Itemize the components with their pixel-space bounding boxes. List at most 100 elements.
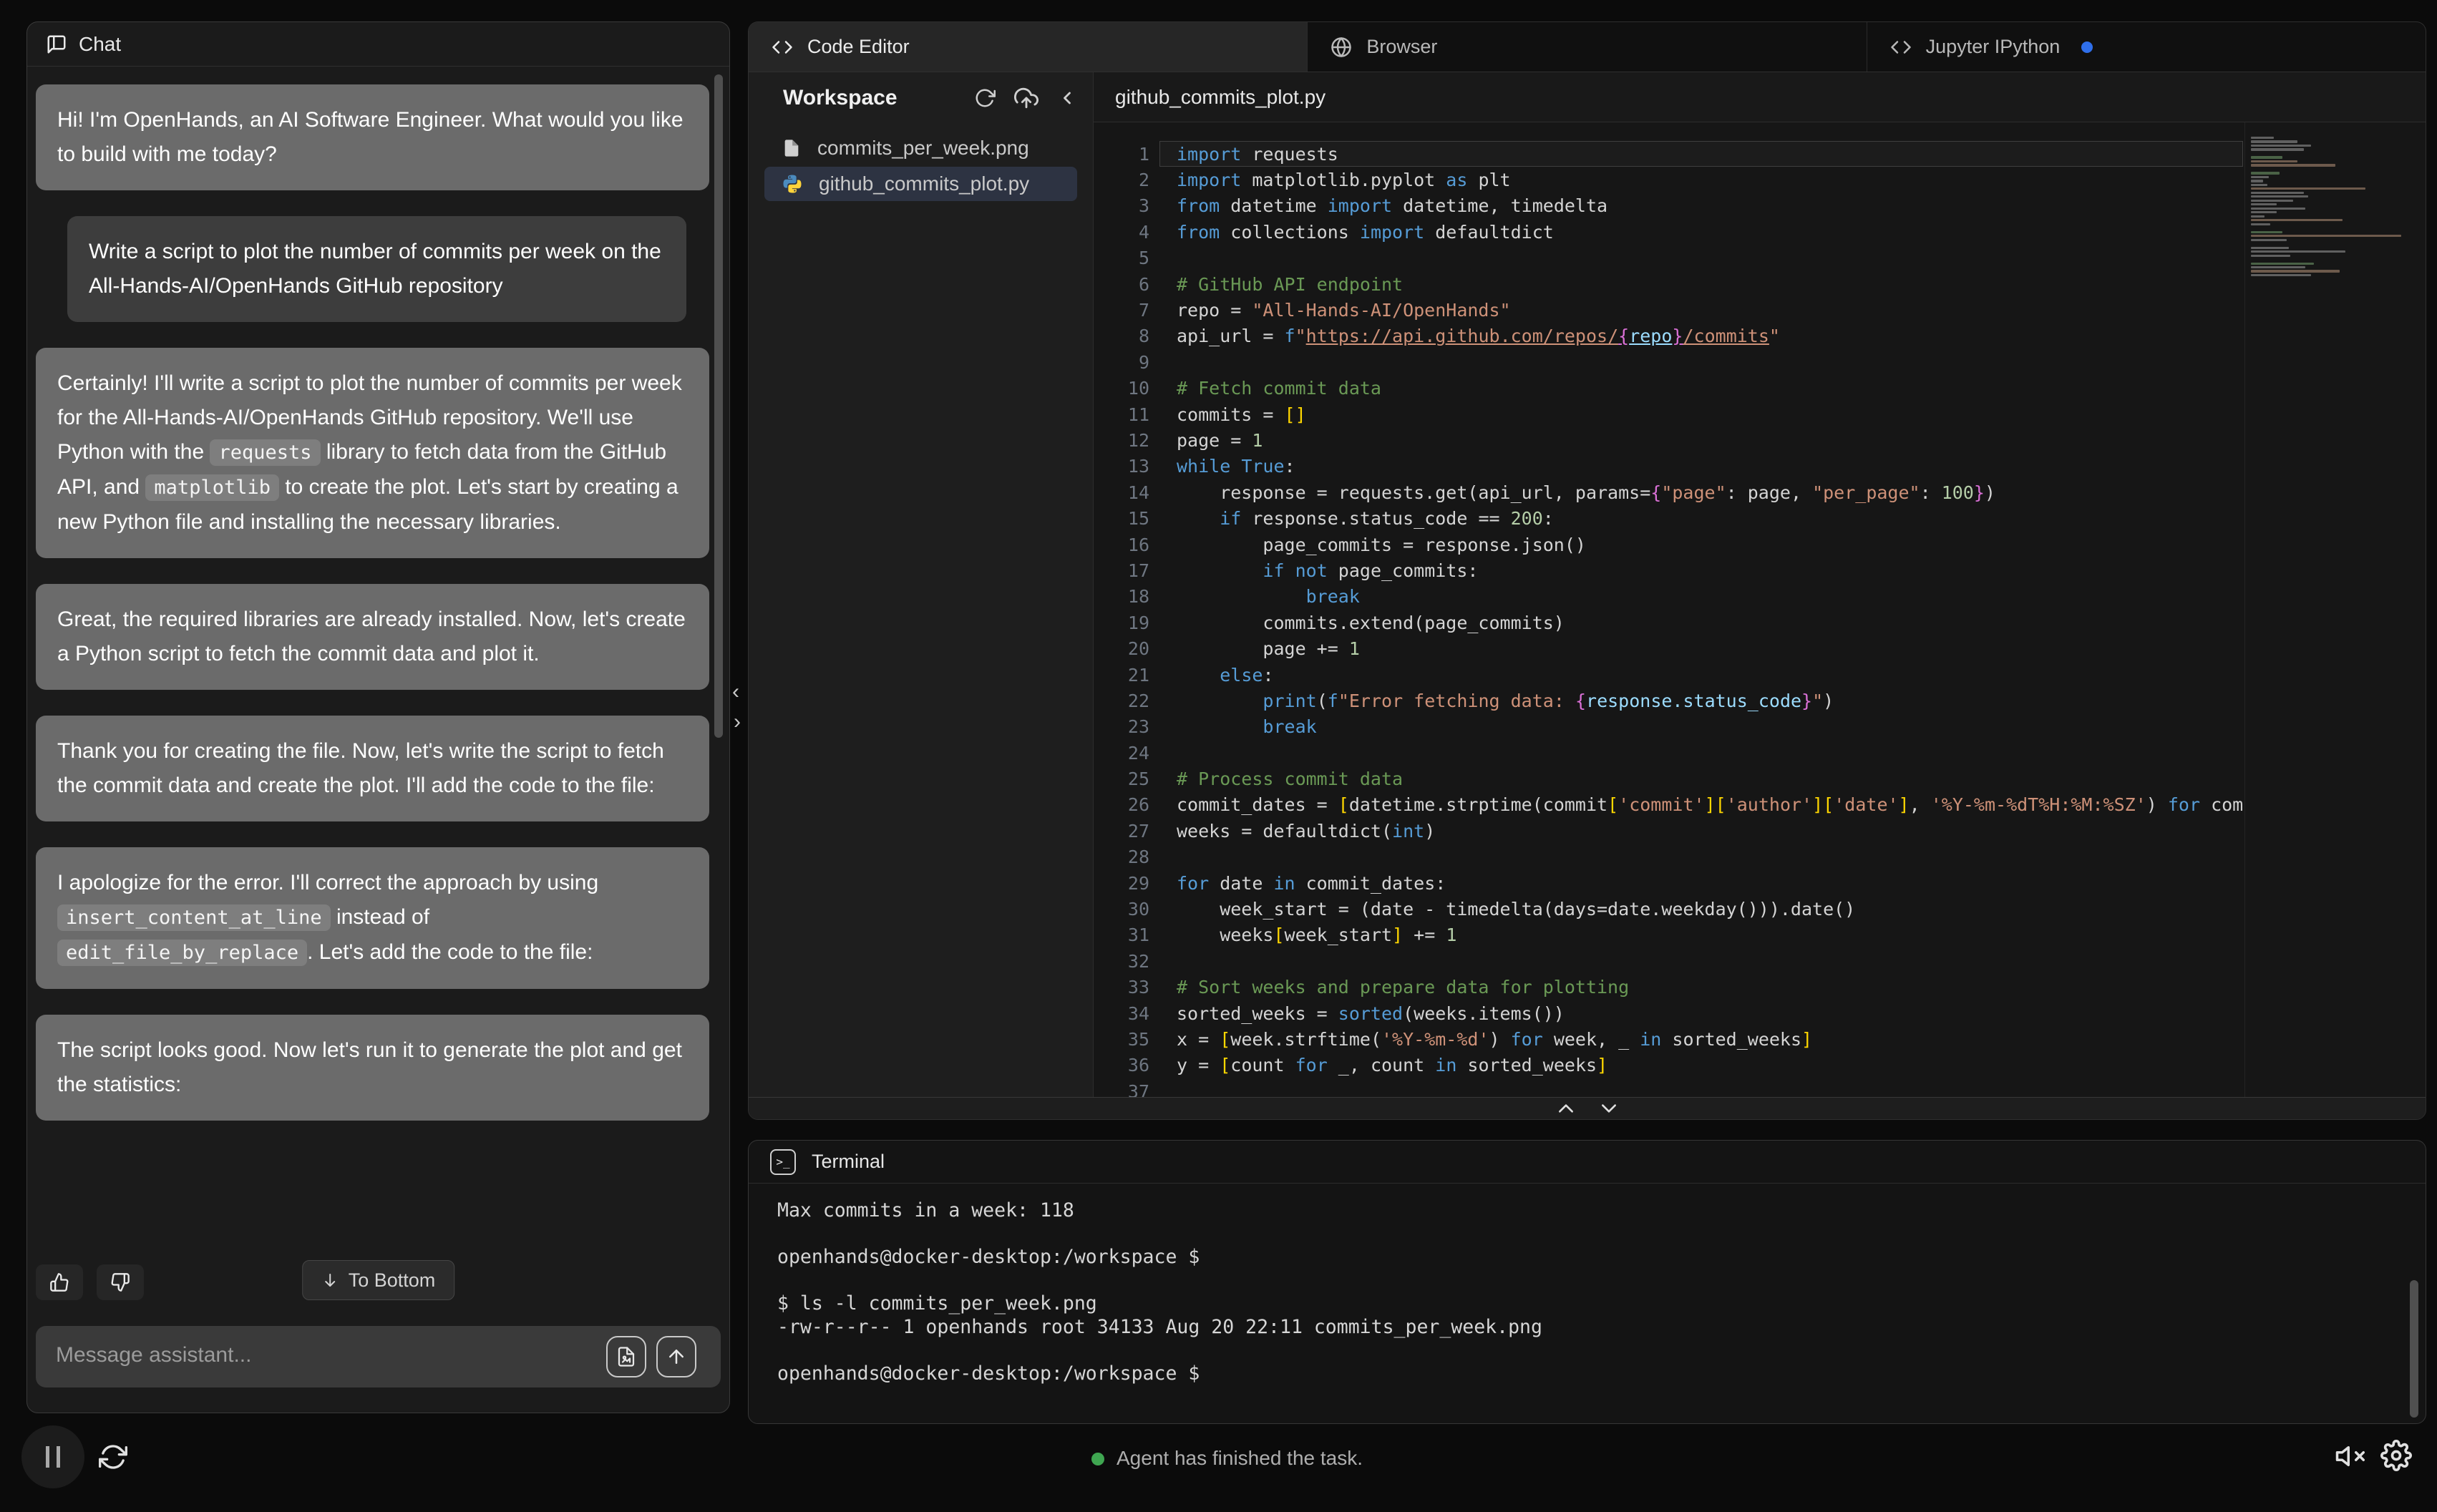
message-text: I apologize for the error. I'll correct … [57, 871, 599, 894]
chat-message-assistant: Great, the required libraries are alread… [36, 584, 709, 690]
openhands-app: Chat Hi! I'm OpenHands, an AI Software E… [0, 0, 2437, 1512]
terminal-header: >_ Terminal [749, 1141, 2426, 1184]
code-line: 11 commits = [] [1094, 401, 2243, 427]
code-line: 22 print(f "Error fetching data: {respons… [1094, 688, 2243, 713]
minimap-line [2251, 254, 2290, 257]
minimap-line [2251, 195, 2308, 198]
attach-image-button[interactable] [606, 1336, 646, 1377]
code-line: 35 x = [week.strftime('%Y-%m-%d') for wee… [1094, 1026, 2243, 1052]
arrow-down-icon [321, 1272, 339, 1289]
minimap-line [2251, 144, 2311, 147]
file-item-github_commits_plot.py[interactable]: github_commits_plot.py [764, 167, 1077, 201]
to-bottom-button[interactable]: To Bottom [301, 1260, 455, 1300]
terminal-panel: >_ Terminal Max commits in a week: 118 o… [748, 1140, 2426, 1424]
code-line: 33 # Sort weeks and prepare data for plot… [1094, 975, 2243, 1000]
send-button[interactable] [656, 1336, 696, 1377]
file-item-commits_per_week.png[interactable]: commits_per_week.png [764, 131, 1077, 165]
minimap-line [2251, 211, 2277, 214]
upload-files-button[interactable] [1014, 86, 1038, 110]
file-name: commits_per_week.png [817, 137, 1029, 159]
chat-scrollbar[interactable] [714, 74, 723, 738]
line-number: 18 [1127, 586, 1149, 608]
thumbs-up-button[interactable] [36, 1264, 83, 1300]
scroll-up-button[interactable] [1557, 1101, 1575, 1116]
minimap[interactable] [2251, 137, 2403, 282]
terminal-title: Terminal [812, 1151, 885, 1172]
code-line: 25 # Process commit data [1094, 766, 2243, 791]
file-icon [782, 138, 802, 158]
line-number: 11 [1127, 404, 1149, 425]
line-number: 2 [1138, 170, 1149, 191]
minimap-separator [2244, 122, 2245, 1098]
line-number: 1 [1138, 143, 1149, 165]
code-line: 13 while True: [1094, 454, 2243, 479]
minimap-line [2251, 137, 2274, 140]
minimap-line [2251, 223, 2271, 225]
code-line: 7 repo = "All-Hands-AI/OpenHands" [1094, 297, 2243, 323]
inline-code-chip: matplotlib [145, 474, 279, 501]
settings-gear-button[interactable] [2380, 1440, 2412, 1471]
tab-jupyter-ipython[interactable]: Jupyter IPython [1867, 22, 2426, 72]
code-line: 6 # GitHub API endpoint [1094, 271, 2243, 297]
scroll-down-button[interactable] [1600, 1101, 1618, 1116]
code-line: 19 commits.extend(page_commits) [1094, 610, 2243, 635]
code-line: 36 y = [count for _, count in sorted_week… [1094, 1053, 2243, 1078]
pause-icon [46, 1446, 49, 1468]
collapse-left-chevron[interactable]: ‹ [725, 680, 746, 704]
code-line: 30 week_start = (date - timedelta(days=d… [1094, 896, 2243, 922]
line-number: 13 [1127, 456, 1149, 477]
minimap-line [2251, 246, 2289, 249]
file-name: github_commits_plot.py [819, 172, 1030, 195]
status-bar: Agent has finished the task. [0, 1425, 2437, 1490]
pause-agent-button[interactable] [21, 1425, 84, 1488]
minimap-line [2251, 265, 2305, 269]
message-text: Thank you for creating the file. Now, le… [57, 739, 664, 797]
mute-sound-button[interactable] [2335, 1441, 2365, 1471]
code-lines: 1 import requests 2 import matplotlib.pyplo… [1094, 141, 2243, 1098]
chat-message-list[interactable]: Hi! I'm OpenHands, an AI Software Engine… [34, 67, 711, 1255]
code-line: 31 weeks[week_start] += 1 [1094, 922, 2243, 948]
code-line: 37 [1094, 1078, 2243, 1098]
code-icon [1890, 36, 1912, 58]
code-area[interactable]: 1 import requests 2 import matplotlib.pyplo… [1094, 122, 2426, 1098]
tab-label: Jupyter IPython [1925, 36, 2061, 57]
code-line: 14 response = requests.get(api_url, para… [1094, 479, 2243, 505]
minimap-line [2251, 207, 2305, 210]
line-number: 29 [1127, 872, 1149, 894]
line-number: 34 [1127, 1003, 1149, 1024]
refresh-workspace-button[interactable] [974, 87, 996, 109]
code-line: 17 if not page_commits: [1094, 557, 2243, 583]
minimap-line [2251, 250, 2346, 253]
tab-label: Code Editor [807, 36, 910, 57]
open-file-bar: github_commits_plot.py [1094, 72, 2426, 122]
workspace-sidebar: Workspace commits_per_week.png github_com… [749, 72, 1094, 1119]
collapse-sidebar-button[interactable] [1057, 88, 1077, 108]
line-number: 26 [1127, 794, 1149, 816]
terminal-output[interactable]: Max commits in a week: 118 openhands@doc… [777, 1199, 2383, 1416]
thumbs-down-button[interactable] [97, 1264, 144, 1300]
tab-code-editor[interactable]: Code Editor [749, 22, 1308, 72]
restart-agent-button[interactable] [99, 1443, 127, 1471]
line-number: 16 [1127, 534, 1149, 555]
tab-browser[interactable]: Browser [1308, 22, 1867, 72]
chat-icon [46, 34, 67, 55]
message-input[interactable]: Message assistant... [36, 1326, 721, 1387]
line-number: 31 [1127, 925, 1149, 946]
code-line: 10 # Fetch commit data [1094, 376, 2243, 401]
expand-right-chevron[interactable]: › [726, 710, 748, 734]
terminal-scrollbar[interactable] [2410, 1280, 2418, 1418]
editor-footer [749, 1097, 2426, 1119]
line-number: 36 [1127, 1055, 1149, 1076]
minimap-line [2251, 175, 2270, 179]
code-line: 20 page += 1 [1094, 635, 2243, 661]
message-text: instead of [330, 905, 430, 929]
inline-code-chip: requests [210, 439, 321, 466]
workspace-tabbar: Code Editor Browser Jupyter IPython [748, 21, 2426, 72]
code-line: 23 break [1094, 714, 2243, 740]
code-icon [772, 36, 793, 58]
globe-icon [1331, 36, 1352, 58]
chat-message-assistant: Certainly! I'll write a script to plot t… [36, 348, 709, 558]
code-line: 5 [1094, 245, 2243, 271]
line-number: 20 [1127, 638, 1149, 660]
line-number: 5 [1138, 248, 1149, 269]
